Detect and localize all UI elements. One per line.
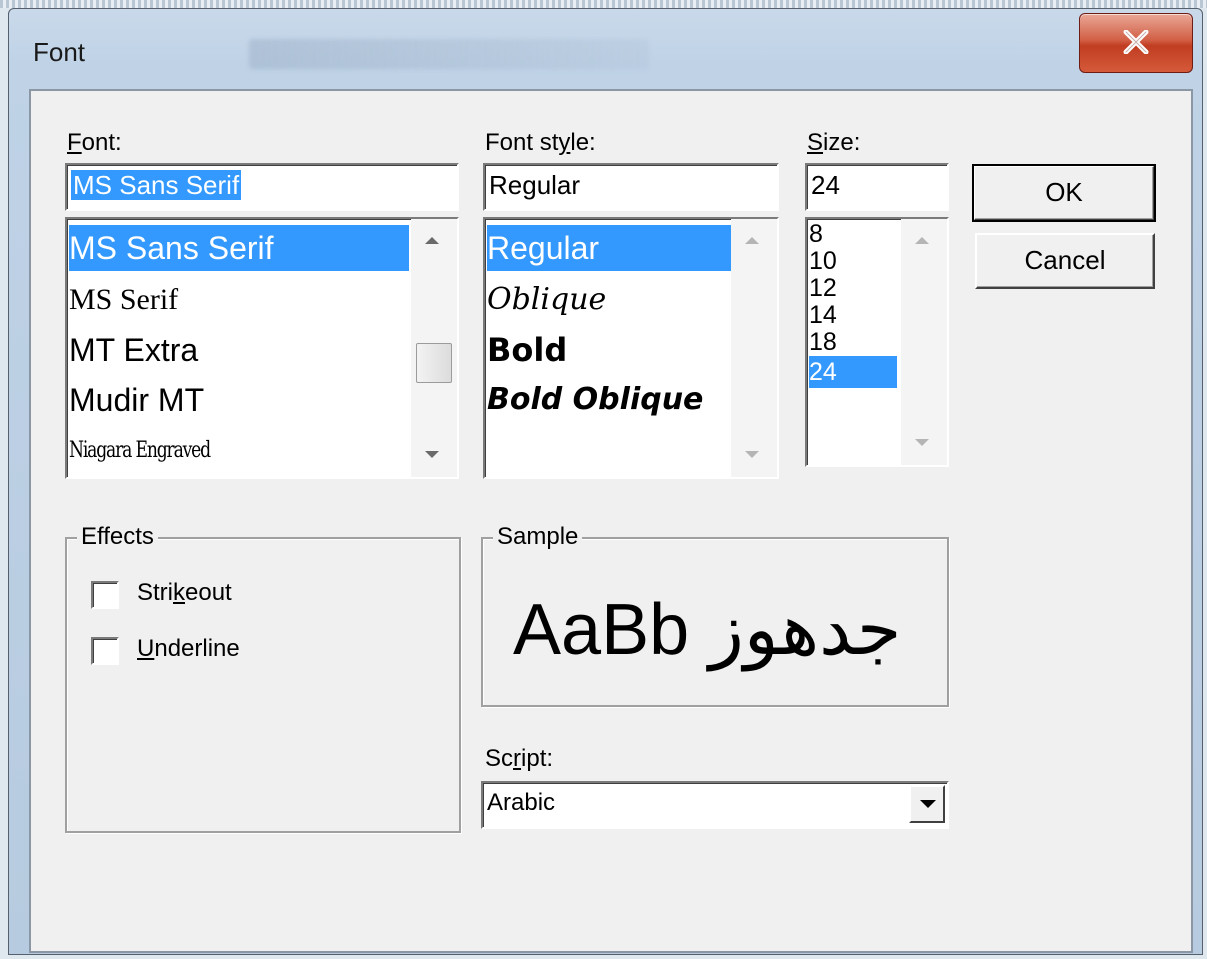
font-name-value: MS Sans Serif bbox=[71, 170, 242, 200]
scroll-down-icon[interactable] bbox=[425, 451, 439, 458]
font-style-label: Font style: bbox=[485, 129, 596, 156]
strikeout-label[interactable]: Strikeout bbox=[137, 579, 232, 607]
size-input[interactable]: 24 bbox=[805, 163, 949, 211]
chevron-down-icon bbox=[920, 800, 936, 808]
font-list-item[interactable]: MS Sans Serif bbox=[69, 225, 409, 271]
sample-group: Sample AaBb جدهوز bbox=[481, 523, 949, 707]
size-list-item[interactable]: 12 bbox=[809, 275, 837, 302]
font-name-input[interactable]: MS Sans Serif bbox=[65, 163, 459, 211]
size-list-item[interactable]: 14 bbox=[809, 302, 837, 329]
scroll-down-icon[interactable] bbox=[745, 451, 759, 458]
script-label: Script: bbox=[485, 745, 554, 772]
font-list[interactable]: MS Sans Serif MS Serif MT Extra Mudir MT… bbox=[65, 217, 459, 479]
size-list-item[interactable]: 24 bbox=[809, 356, 897, 388]
scroll-down-icon[interactable] bbox=[915, 439, 929, 446]
font-style-list[interactable]: Regular Oblique Bold Bold Oblique bbox=[483, 217, 779, 479]
script-value: Arabic bbox=[487, 789, 556, 816]
effects-group: Effects Strikeout Underline bbox=[65, 523, 461, 833]
sample-title: Sample bbox=[493, 523, 583, 551]
font-dialog: Font Font: MS Sans Serif MS Sans Serif M… bbox=[8, 8, 1203, 955]
size-list-item[interactable]: 8 bbox=[809, 221, 823, 248]
effects-title: Effects bbox=[77, 523, 158, 551]
font-list-item[interactable]: Mudir MT bbox=[69, 377, 204, 423]
font-style-item[interactable]: Bold Oblique bbox=[487, 377, 703, 423]
font-style-item[interactable]: Regular bbox=[487, 225, 731, 271]
background-window-title bbox=[249, 39, 649, 69]
font-list-item[interactable]: Niagara Engraved bbox=[69, 431, 211, 471]
script-dropdown-button[interactable] bbox=[909, 785, 945, 823]
font-list-scrollbar[interactable] bbox=[411, 219, 457, 477]
scroll-up-icon[interactable] bbox=[915, 237, 929, 244]
font-style-item[interactable]: Bold bbox=[487, 327, 567, 373]
font-style-value: Regular bbox=[489, 170, 581, 200]
font-list-item[interactable]: MT Extra bbox=[69, 327, 198, 373]
size-list-item[interactable]: 10 bbox=[809, 248, 837, 275]
strikeout-checkbox[interactable] bbox=[91, 581, 119, 609]
underline-label[interactable]: Underline bbox=[137, 635, 240, 663]
desktop-background bbox=[0, 0, 1207, 8]
ok-button[interactable]: OK bbox=[972, 164, 1156, 222]
size-list-item[interactable]: 18 bbox=[809, 329, 837, 356]
size-list[interactable]: 8 10 12 14 18 24 bbox=[805, 217, 949, 467]
close-icon bbox=[1123, 30, 1149, 54]
size-label: Size: bbox=[807, 129, 861, 156]
cancel-button[interactable]: Cancel bbox=[975, 233, 1155, 289]
size-value: 24 bbox=[811, 170, 840, 200]
size-list-scrollbar[interactable] bbox=[901, 219, 947, 465]
font-list-item[interactable]: MS Serif bbox=[69, 277, 178, 323]
font-style-scrollbar[interactable] bbox=[731, 219, 777, 477]
font-style-input[interactable]: Regular bbox=[483, 163, 779, 211]
close-button[interactable] bbox=[1079, 13, 1193, 73]
scroll-thumb[interactable] bbox=[416, 343, 452, 383]
title-bar[interactable]: Font bbox=[9, 9, 1202, 89]
dialog-client-area: Font: MS Sans Serif MS Sans Serif MS Ser… bbox=[29, 89, 1193, 953]
font-style-item[interactable]: Oblique bbox=[487, 277, 606, 323]
font-label: Font: bbox=[67, 129, 122, 156]
script-select[interactable]: Arabic bbox=[481, 781, 949, 829]
sample-preview-text: AaBb جدهوز bbox=[513, 590, 902, 670]
scroll-up-icon[interactable] bbox=[425, 237, 439, 244]
scroll-up-icon[interactable] bbox=[745, 237, 759, 244]
dialog-title: Font bbox=[33, 37, 86, 67]
underline-checkbox[interactable] bbox=[91, 637, 119, 665]
